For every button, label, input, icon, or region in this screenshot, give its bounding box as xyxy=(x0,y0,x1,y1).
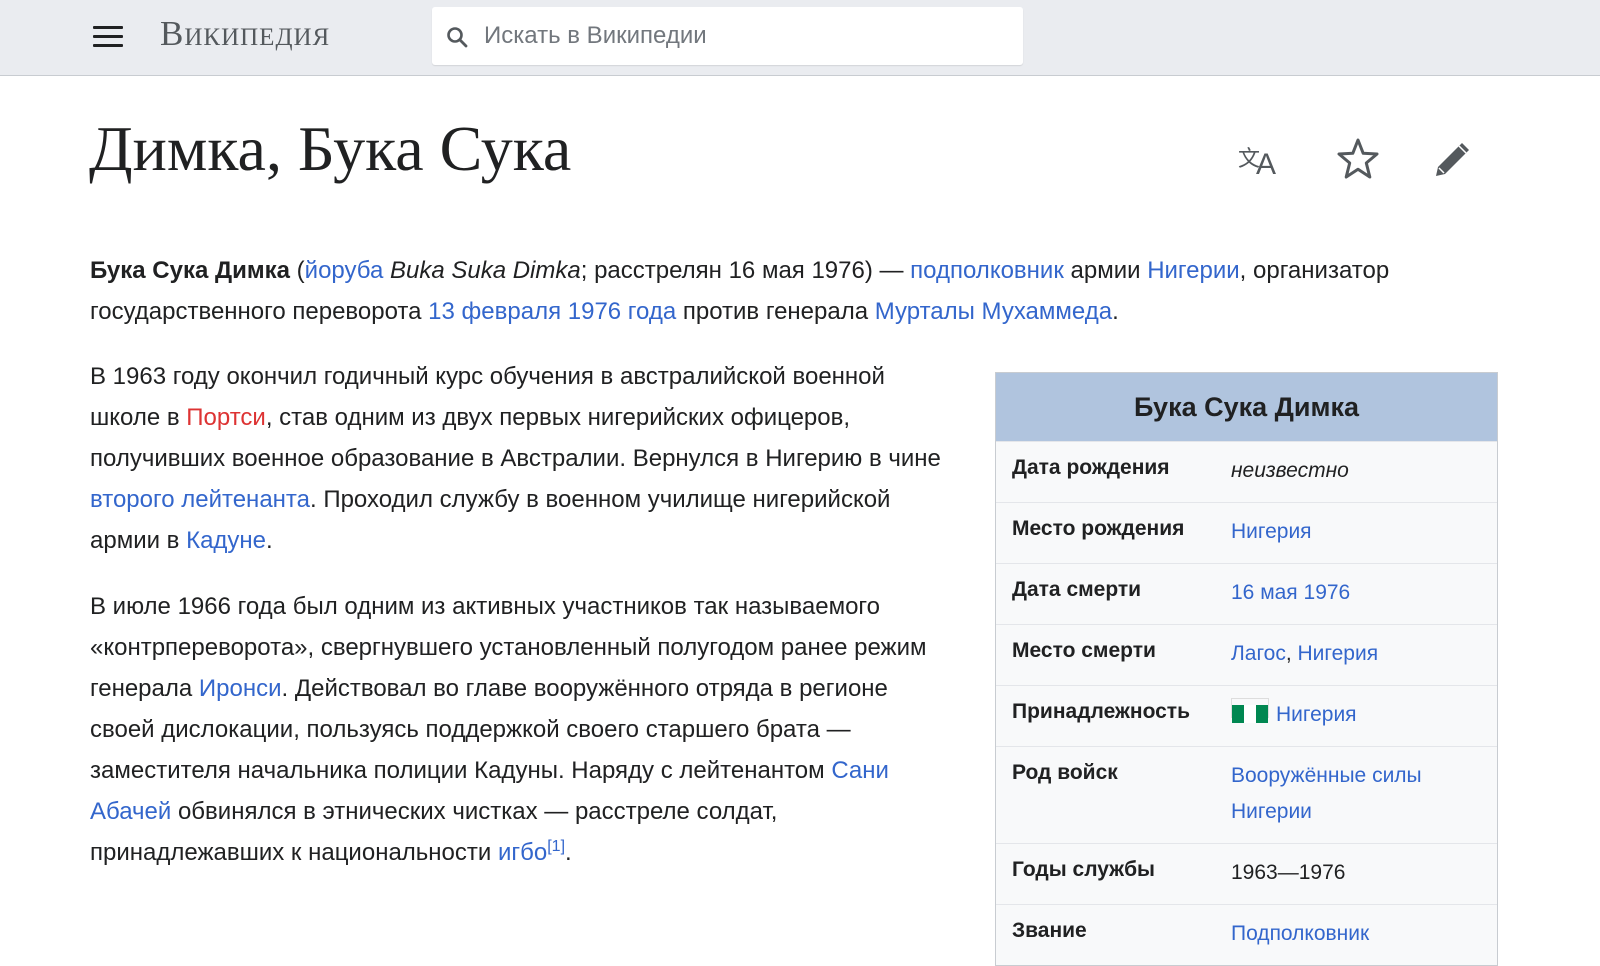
infobox-value: Нигерия xyxy=(1231,514,1312,550)
infobox-label: Принадлежность xyxy=(1012,700,1190,723)
infobox-row-allegiance: Принадлежность Нигерия xyxy=(996,685,1497,746)
portsea-redlink[interactable]: Портси xyxy=(186,404,266,431)
infobox-value: Подполковник xyxy=(1231,916,1369,952)
svg-text:A: A xyxy=(1256,148,1276,181)
coup-date-link[interactable]: 13 февраля 1976 года xyxy=(428,298,676,325)
infobox-label: Место рождения xyxy=(1012,517,1185,540)
lead-text: ( xyxy=(289,257,305,284)
infobox-label: Дата смерти xyxy=(1012,578,1142,601)
edit-pencil-icon[interactable] xyxy=(1430,136,1476,182)
lead-paragraph: Бука Сука Димка (йоруба Buka Suka Dimka;… xyxy=(90,250,1510,332)
second-lieutenant-link[interactable]: второго лейтенанта xyxy=(90,486,310,513)
search-icon xyxy=(447,27,468,48)
birth-place-link[interactable]: Нигерия xyxy=(1231,520,1312,543)
infobox-row-rank: Звание Подполковник xyxy=(996,904,1497,965)
birth-date-value: неизвестно xyxy=(1231,459,1349,482)
kaduna-link[interactable]: Кадуне xyxy=(186,527,266,554)
para-text: . xyxy=(565,839,572,866)
yoruba-link[interactable]: йоруба xyxy=(305,257,384,284)
wikipedia-logo[interactable]: Википедия xyxy=(160,14,330,54)
top-bar: Википедия xyxy=(0,0,1600,76)
infobox-title: Бука Сука Димка xyxy=(996,373,1497,441)
page-title: Димка, Бука Сука xyxy=(89,113,572,184)
lead-space xyxy=(383,257,390,284)
paragraph-1: В 1963 году окончил годичный курс обучен… xyxy=(90,356,950,561)
para-text: обвинялся в этнических чистках — расстре… xyxy=(90,798,778,866)
watch-star-icon[interactable] xyxy=(1335,136,1381,182)
lead-text: . xyxy=(1112,298,1119,325)
lagos-link[interactable]: Лагос xyxy=(1231,642,1286,665)
nigeria-link[interactable]: Нигерии xyxy=(1147,257,1239,284)
infobox-row-birth-date: Дата рождения неизвестно xyxy=(996,441,1497,502)
infobox-label: Род войск xyxy=(1012,761,1118,784)
infobox-label: Звание xyxy=(1012,919,1087,942)
comma-separator: , xyxy=(1285,642,1298,665)
search-box[interactable] xyxy=(432,7,1023,65)
infobox-label: Место смерти xyxy=(1012,639,1156,662)
rank-value-link[interactable]: Подполковник xyxy=(1231,922,1369,945)
death-country-link[interactable]: Нигерия xyxy=(1298,642,1379,665)
infobox-row-death-place: Место смерти Лагос, Нигерия xyxy=(996,624,1497,685)
paragraph-2: В июле 1966 года был одним из активных у… xyxy=(90,586,950,873)
infobox-value: 16 мая 1976 xyxy=(1231,575,1350,611)
rank-link[interactable]: подполковник xyxy=(910,257,1064,284)
lead-text: ; расстрелян 16 мая 1976) — xyxy=(580,257,911,284)
death-date-link[interactable]: 16 мая 1976 xyxy=(1231,581,1350,604)
native-name: Buka Suka Dimka xyxy=(389,257,581,284)
language-icon[interactable]: 文 A xyxy=(1238,136,1284,182)
para-text: . xyxy=(266,527,273,554)
nigeria-flag-icon[interactable] xyxy=(1231,698,1269,723)
infobox-value: Вооружённые силы Нигерии xyxy=(1231,758,1422,830)
infobox-value: Нигерия xyxy=(1231,697,1357,733)
murtala-link[interactable]: Мурталы Мухаммеда xyxy=(875,298,1112,325)
reference-1-link[interactable]: [1] xyxy=(547,838,565,855)
infobox-row-branch: Род войск Вооружённые силы Нигерии xyxy=(996,746,1497,843)
service-years-value: 1963—1976 xyxy=(1231,861,1346,884)
lead-text: армии xyxy=(1063,257,1148,284)
allegiance-link[interactable]: Нигерия xyxy=(1276,703,1357,726)
infobox-row-birth-place: Место рождения Нигерия xyxy=(996,502,1497,563)
menu-icon[interactable] xyxy=(88,20,128,54)
infobox-row-death-date: Дата смерти 16 мая 1976 xyxy=(996,563,1497,624)
page-actions: 文 A xyxy=(1238,136,1510,182)
search-input[interactable] xyxy=(482,15,1006,57)
infobox-label: Дата рождения xyxy=(1012,456,1170,479)
infobox: Бука Сука Димка Дата рождения неизвестно… xyxy=(995,372,1498,966)
infobox-value: неизвестно xyxy=(1231,453,1349,489)
igbo-link[interactable]: игбо xyxy=(498,839,547,866)
subject-name: Бука Сука Димка xyxy=(90,257,290,284)
branch-line-2: Нигерии xyxy=(1231,800,1312,823)
infobox-label: Годы службы xyxy=(1012,858,1155,881)
infobox-row-service-years: Годы службы 1963—1976 xyxy=(996,843,1497,904)
armed-forces-link[interactable]: Вооружённые силы Нигерии xyxy=(1231,764,1422,823)
branch-line-1: Вооружённые силы xyxy=(1231,764,1422,787)
ironsi-link[interactable]: Иронси xyxy=(199,675,282,702)
infobox-value: Лагос, Нигерия xyxy=(1231,636,1378,672)
lead-text: против генерала xyxy=(676,298,875,325)
